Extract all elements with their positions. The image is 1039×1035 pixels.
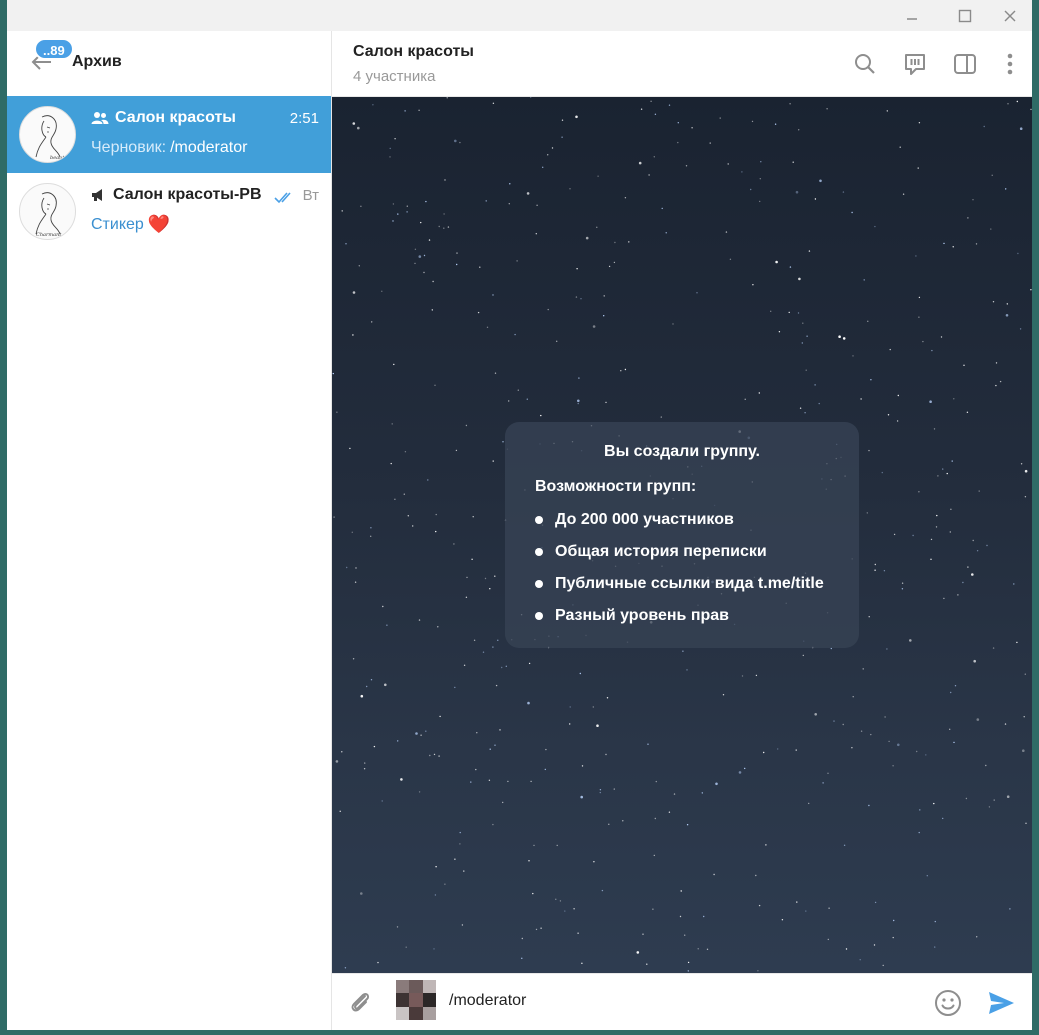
svg-text:beauty: beauty: [50, 155, 67, 161]
search-icon[interactable]: [852, 51, 878, 77]
chat-panel: Салон красоты 4 участника Вы создали гру…: [332, 31, 1032, 1030]
features-list: До 200 000 участников Общая история пере…: [535, 510, 824, 638]
emoji-icon[interactable]: [933, 988, 963, 1018]
minimize-icon[interactable]: [887, 0, 937, 31]
avatar: Charmant: [19, 183, 76, 240]
channel-icon: [92, 189, 102, 201]
message-input[interactable]: /moderator: [449, 992, 526, 1010]
draft-label: Черновик:: [91, 139, 167, 156]
unread-badge: ..89: [34, 38, 74, 60]
chat-background: Вы создали группу. Возможности групп: До…: [332, 97, 1032, 973]
sidebar-toggle-icon[interactable]: [952, 51, 978, 77]
chat-time: 2:51: [289, 110, 319, 127]
double-check-icon: [274, 192, 291, 204]
heart-emoji: ❤️: [147, 214, 171, 234]
service-subtitle: Возможности групп:: [535, 478, 697, 495]
archive-title: Архив: [72, 53, 122, 70]
svg-text:Charmant: Charmant: [36, 232, 62, 238]
paperclip-icon[interactable]: [346, 988, 374, 1016]
maximize-icon[interactable]: [940, 0, 990, 31]
more-icon[interactable]: [997, 51, 1023, 77]
close-icon[interactable]: [985, 0, 1032, 31]
service-title: Вы создали группу.: [604, 443, 760, 460]
group-icon: [91, 112, 109, 124]
chat-name: Салон красоты-РВ: [91, 186, 262, 204]
chat-item-salon[interactable]: beauty Салон красоты 2:51 Черновик: /mod…: [7, 96, 331, 173]
avatar: beauty: [19, 106, 76, 163]
member-count: 4 участника: [353, 68, 436, 85]
title-bar: [7, 0, 1032, 31]
group-created-service-message: Вы создали группу. Возможности групп: До…: [505, 422, 859, 648]
chat-preview: Черновик: /moderator: [91, 139, 247, 157]
topics-icon[interactable]: [902, 51, 928, 77]
chat-time: Вт: [302, 187, 319, 204]
chat-item-salon-rv[interactable]: Charmant Салон красоты-РВ Вт Стикер ❤️: [7, 173, 331, 250]
sticker-label: Стикер: [91, 216, 144, 233]
feature-item: Публичные ссылки вида t.me/title: [535, 574, 824, 606]
chat-list-sidebar: ..89 Архив beauty Салон красоты 2:51 Чер…: [7, 31, 332, 1030]
feature-item: До 200 000 участников: [535, 510, 824, 542]
chat-preview: Стикер ❤️: [91, 214, 171, 234]
message-composer: /moderator: [332, 973, 1032, 1030]
feature-item: Разный уровень прав: [535, 606, 824, 638]
sticker-preview-thumbnail: [396, 980, 436, 1020]
feature-item: Общая история переписки: [535, 542, 824, 574]
chat-name: Салон красоты: [91, 109, 236, 127]
telegram-window: ..89 Архив beauty Салон красоты 2:51 Чер…: [7, 0, 1032, 1030]
sidebar-header: ..89 Архив: [7, 31, 331, 96]
chat-header: Салон красоты 4 участника: [332, 31, 1032, 97]
send-icon[interactable]: [986, 988, 1016, 1018]
draft-text: /moderator: [170, 139, 248, 156]
chat-title[interactable]: Салон красоты: [353, 43, 474, 61]
